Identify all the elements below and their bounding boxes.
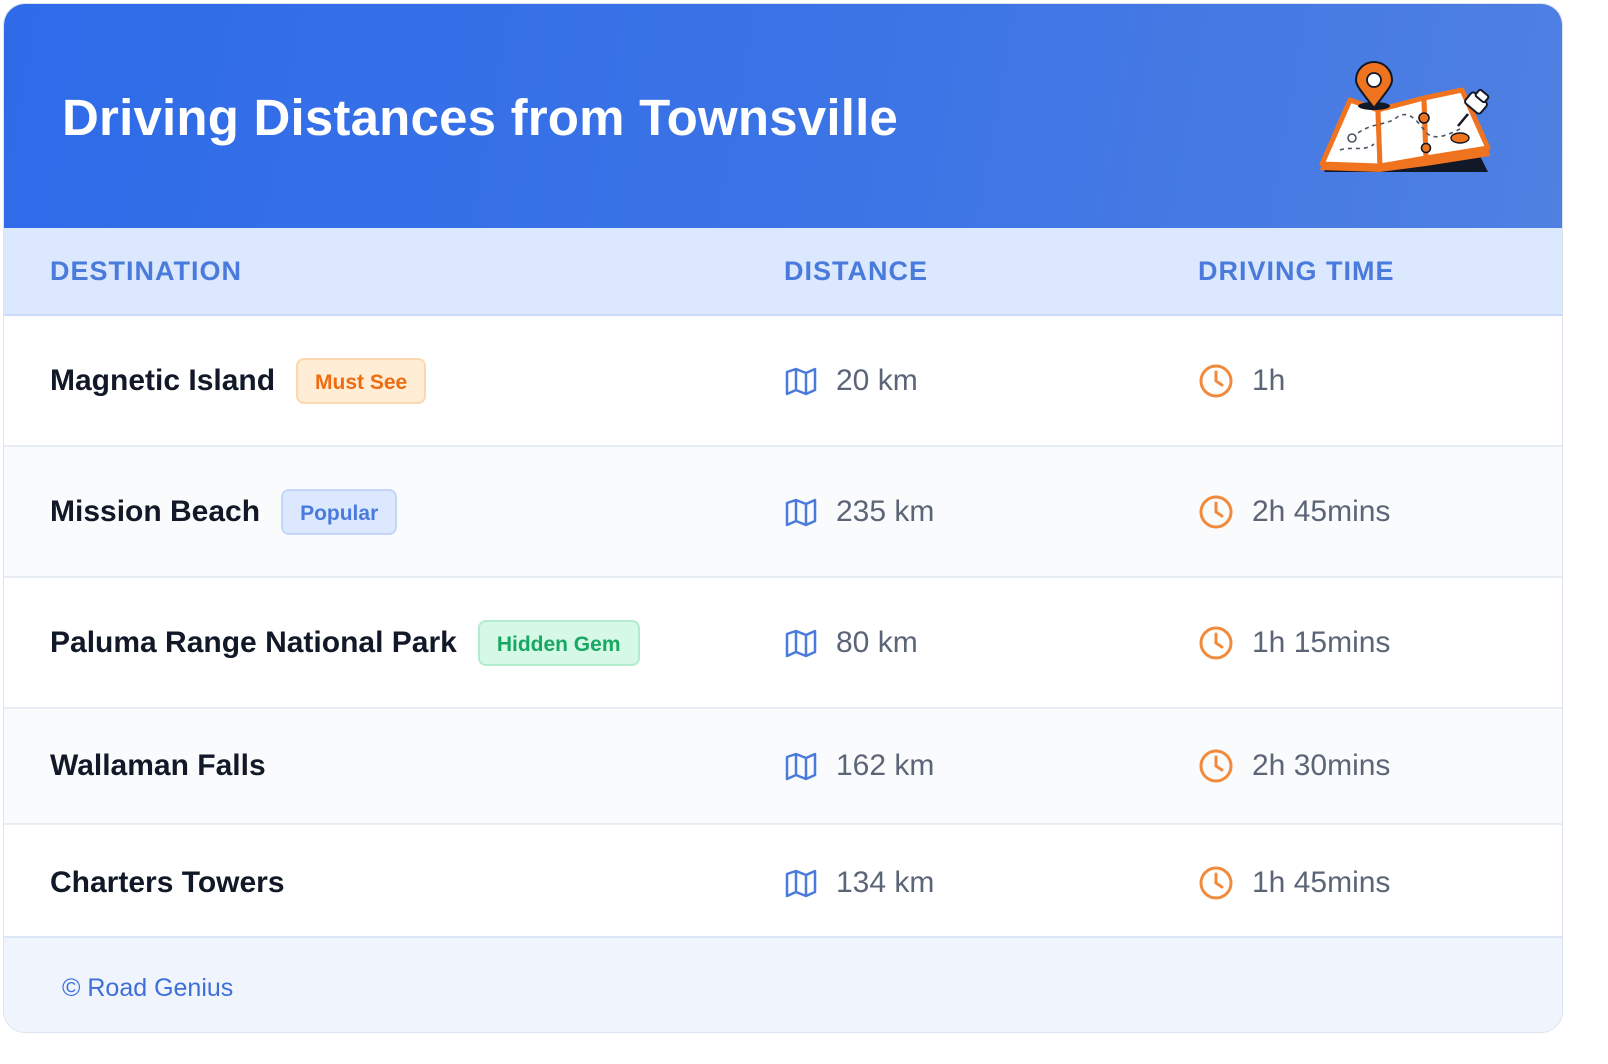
distances-card: Driving Distances from Townsville DESTIN… — [3, 3, 1563, 1033]
distance-cell: 162 km — [784, 709, 934, 823]
map-icon — [785, 629, 817, 657]
time-value: 1h — [1252, 363, 1286, 397]
table-row: Mission Beach Popular 235 km 2h 45mins — [4, 447, 1562, 578]
time-value: 2h 30mins — [1252, 749, 1391, 782]
clock-icon — [1199, 495, 1233, 528]
destination-name: Paluma Range National Park — [50, 625, 457, 659]
time-value: 1h 15mins — [1252, 625, 1391, 659]
column-distance: DISTANCE — [784, 256, 929, 286]
destination-name: Charters Towers — [50, 866, 285, 899]
column-destination: DESTINATION — [50, 256, 242, 286]
destination-name: Wallaman Falls — [50, 749, 266, 782]
table-row: Charters Towers 134 km 1h 45mins — [4, 825, 1562, 941]
time-cell: 2h 45mins — [1198, 447, 1390, 576]
footer: © Road Genius — [4, 936, 1562, 1032]
tag-badge: Popular — [281, 488, 398, 535]
distance-value: 134 km — [836, 866, 935, 899]
clock-icon — [1199, 749, 1233, 783]
distance-cell: 235 km — [784, 447, 934, 576]
clock-icon — [1199, 364, 1233, 397]
map-with-pins-icon — [1319, 60, 1491, 172]
page-title: Driving Distances from Townsville — [62, 89, 899, 146]
time-cell: 2h 30mins — [1198, 709, 1390, 823]
table-row: Wallaman Falls 162 km 2h 30mins — [4, 709, 1562, 825]
distance-cell: 134 km — [784, 825, 934, 941]
table-row: Magnetic Island Must See 20 km 1h — [4, 316, 1562, 447]
clock-icon — [1199, 866, 1233, 900]
distance-value: 20 km — [836, 363, 918, 397]
destination-name: Magnetic Island — [50, 363, 276, 397]
map-icon — [785, 869, 817, 898]
tag-badge: Hidden Gem — [477, 619, 640, 666]
destination-name: Mission Beach — [50, 494, 261, 528]
time-value: 1h 45mins — [1252, 866, 1391, 899]
time-cell: 1h — [1198, 316, 1285, 445]
time-cell: 1h 15mins — [1198, 578, 1390, 707]
distance-cell: 20 km — [784, 316, 918, 445]
tag-badge: Must See — [296, 357, 427, 404]
distance-cell: 80 km — [784, 578, 918, 707]
time-value: 2h 45mins — [1252, 494, 1391, 528]
table-row: Paluma Range National Park Hidden Gem 80… — [4, 578, 1562, 709]
distance-value: 80 km — [836, 625, 918, 659]
map-icon — [785, 752, 817, 781]
header-banner: Driving Distances from Townsville — [4, 4, 1562, 228]
table-header: DESTINATION DISTANCE DRIVING TIME — [4, 228, 1562, 316]
footer-credit: © Road Genius — [62, 974, 234, 1002]
map-icon — [785, 367, 817, 395]
time-cell: 1h 45mins — [1198, 825, 1390, 941]
map-icon — [785, 498, 817, 526]
distance-value: 235 km — [836, 494, 935, 528]
clock-icon — [1199, 626, 1233, 659]
column-driving-time: DRIVING TIME — [1198, 256, 1395, 286]
distance-value: 162 km — [836, 749, 935, 782]
